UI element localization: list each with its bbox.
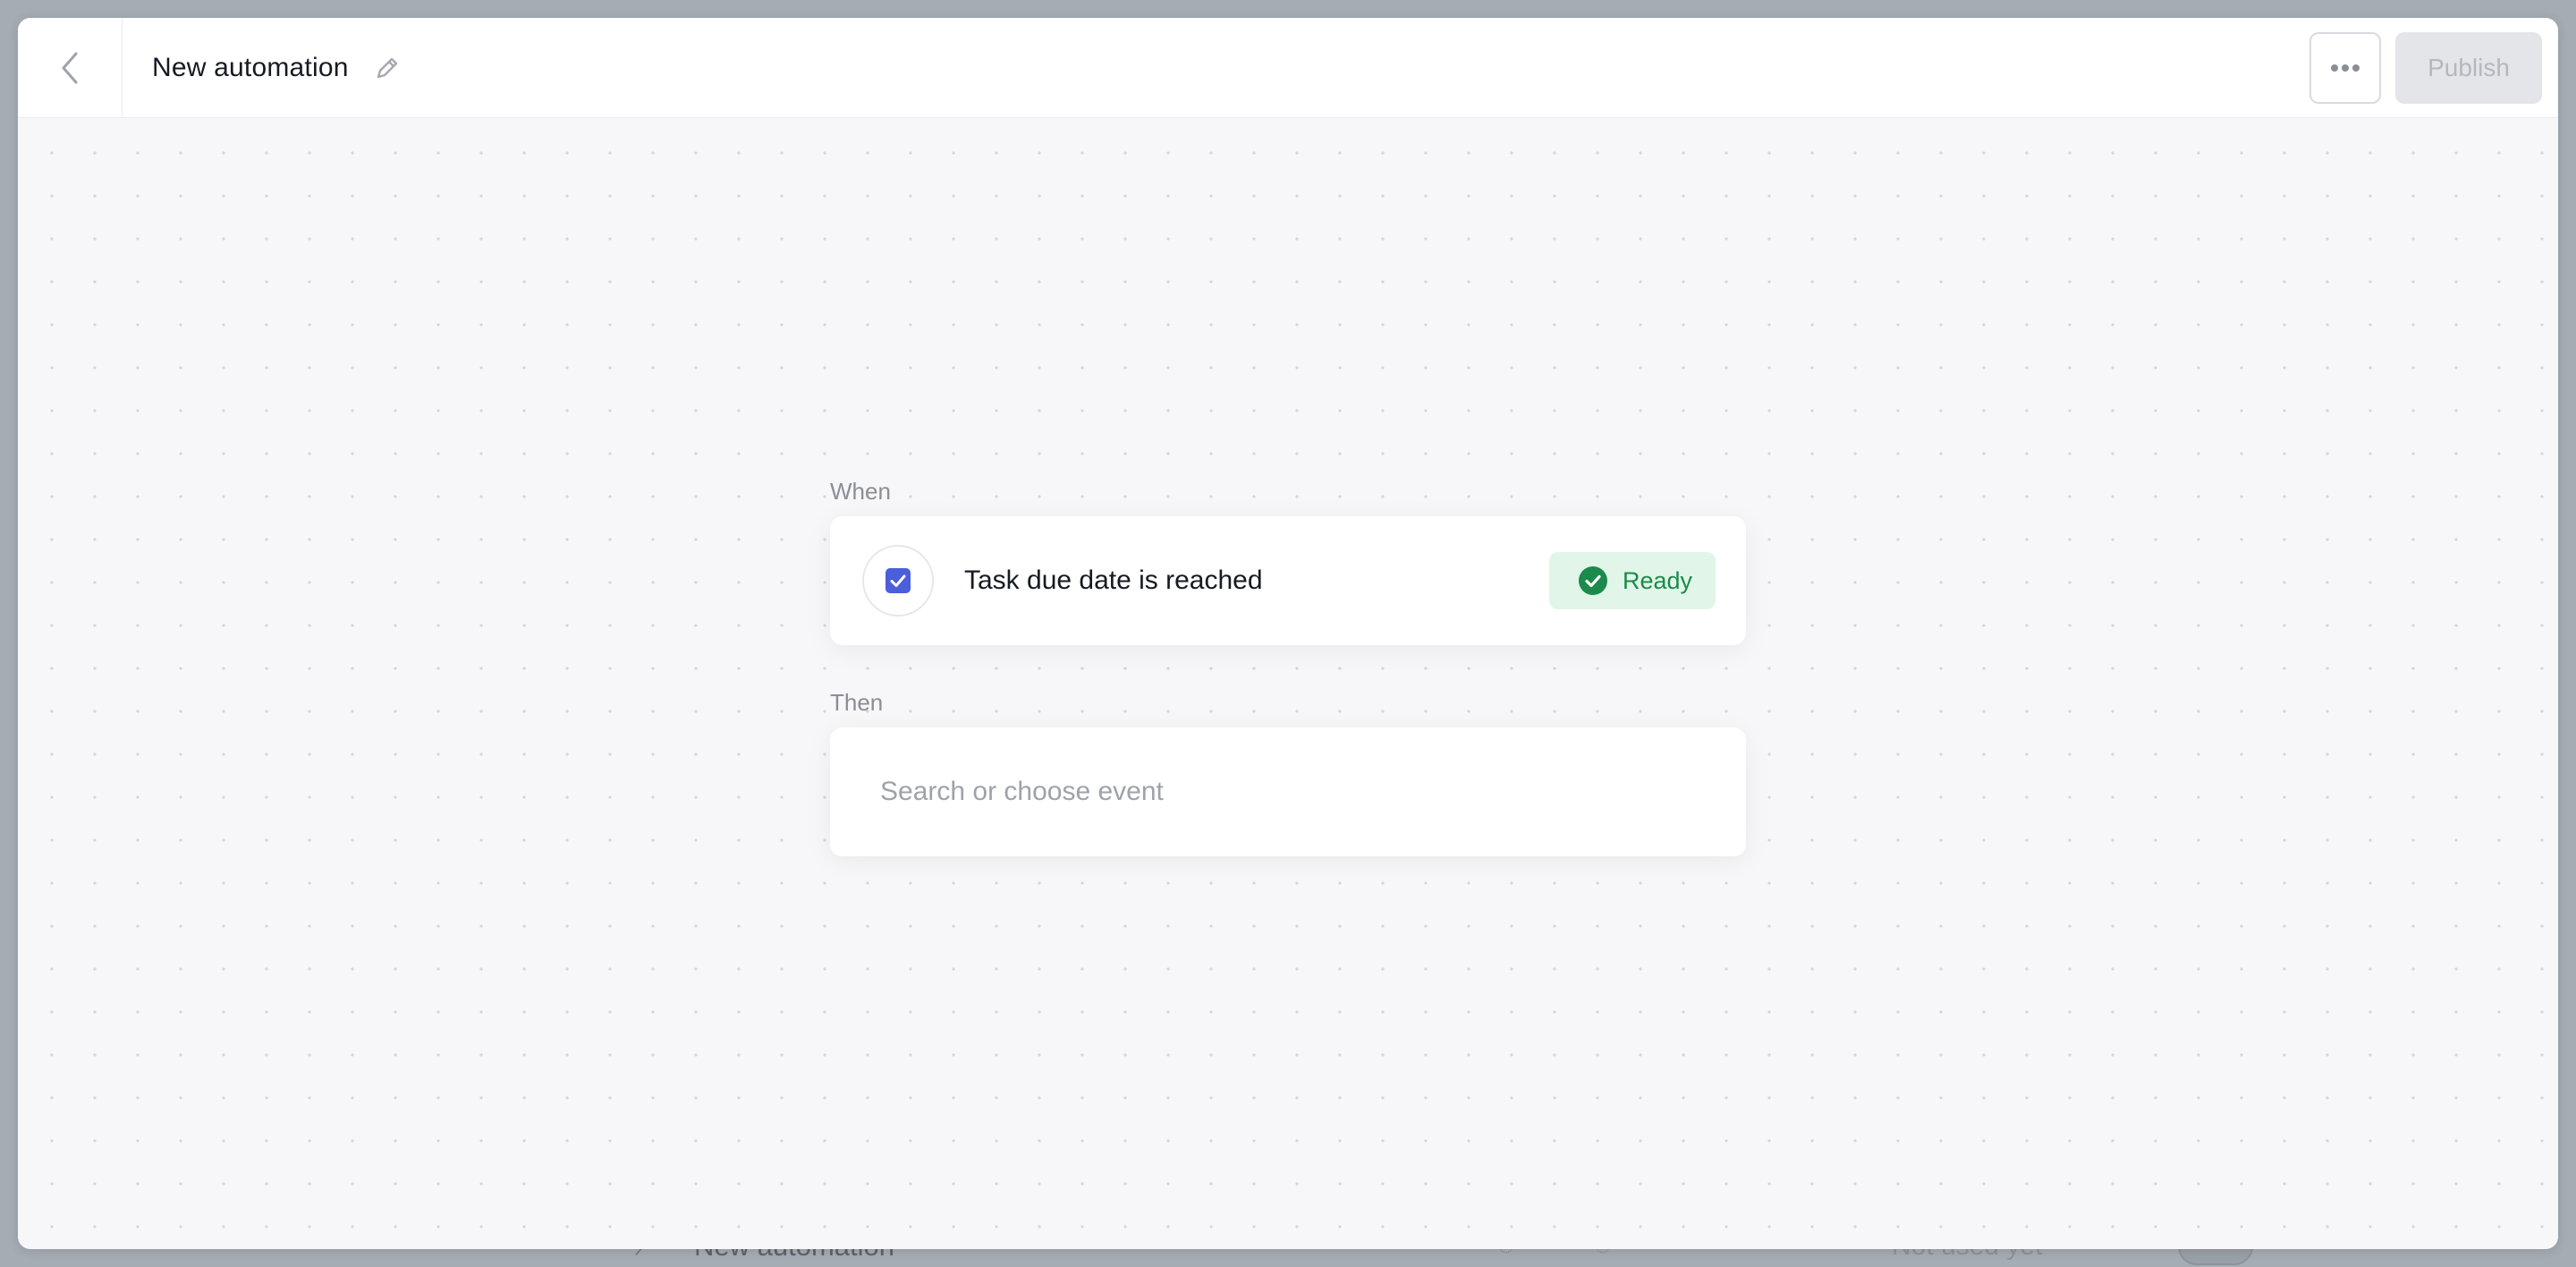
trigger-label: Task due date is reached (964, 565, 1263, 595)
pencil-icon-glyph (377, 57, 397, 78)
status-badge: Ready (1549, 552, 1716, 609)
trigger-card[interactable]: Task due date is reached Ready (830, 516, 1746, 645)
trigger-icon-container (862, 545, 934, 616)
automation-title: New automation (152, 52, 349, 82)
then-label: Then (830, 689, 884, 716)
automation-canvas: When Task due date is reached Ready Then… (18, 119, 2558, 1249)
more-options-button[interactable] (2309, 31, 2381, 104)
editor-header: New automation Publish (18, 18, 2558, 118)
automation-editor-modal: New automation Publish When Task due dat… (18, 18, 2558, 1249)
publish-button[interactable]: Publish (2395, 31, 2542, 104)
checkbox-icon (886, 568, 911, 593)
check-circle-icon (1579, 566, 1607, 595)
event-search-input[interactable] (878, 776, 1683, 808)
chevron-left-icon (62, 52, 78, 83)
automation-flow: When Task due date is reached Ready Then… (830, 477, 1746, 856)
ellipsis-icon (2331, 64, 2360, 72)
event-card[interactable] (830, 727, 1746, 856)
back-button[interactable] (18, 18, 123, 118)
when-label: When (830, 478, 891, 505)
status-badge-label: Ready (1623, 566, 1693, 594)
pencil-icon[interactable] (372, 53, 402, 83)
